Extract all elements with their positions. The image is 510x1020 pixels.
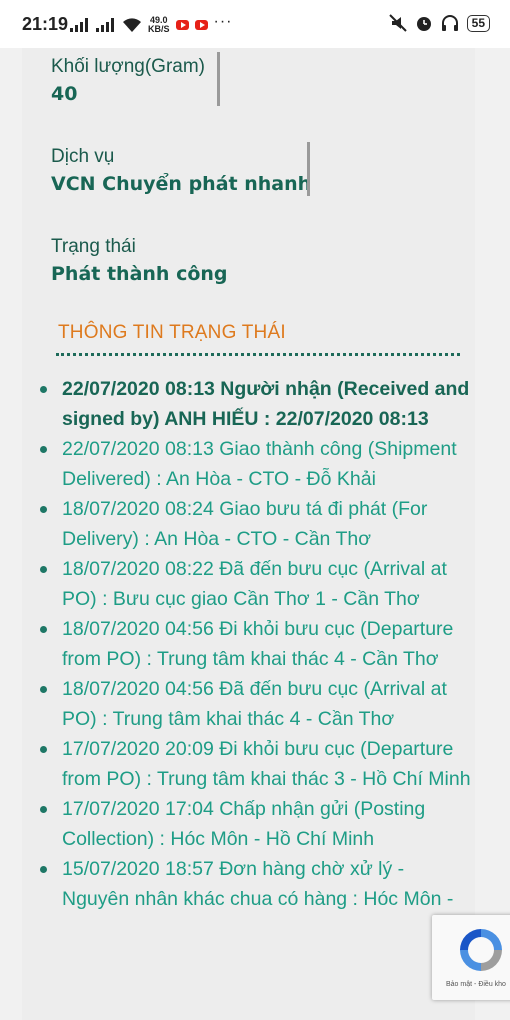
event-item: 15/07/2020 18:57 Đơn hàng chờ xử lý - Ng… <box>40 854 472 914</box>
youtube-icon-2 <box>194 20 208 30</box>
event-item: 18/07/2020 04:56 Đã đến bưu cục (Arrival… <box>40 674 472 734</box>
field-divider <box>217 52 220 106</box>
status-left-icons: 49.0 KB/S ··· <box>70 13 233 34</box>
more-notifications-icon: ··· <box>213 13 233 30</box>
service-value: VCN Chuyển phát nhanh <box>51 173 312 195</box>
event-item: 17/07/2020 17:04 Chấp nhận gửi (Posting … <box>40 794 472 854</box>
recaptcha-badge[interactable]: Bảo mật - Điều kho <box>432 915 510 1000</box>
clock: 21:19 <box>22 14 69 34</box>
status-field: Trạng thái Phát thành công <box>51 236 228 285</box>
service-label: Dịch vụ <box>51 146 115 167</box>
recaptcha-icon <box>460 929 502 971</box>
event-item: 18/07/2020 08:22 Đã đến bưu cục (Arrival… <box>40 554 472 614</box>
privacy-link[interactable]: Bảo mật <box>446 981 472 988</box>
event-item: 17/07/2020 20:09 Đi khỏi bưu cục (Depart… <box>40 734 472 794</box>
signal-icon-2 <box>96 18 114 32</box>
status-event-list: 22/07/2020 08:13 Người nhận (Received an… <box>40 374 472 914</box>
network-speed: 49.0 KB/S <box>148 15 170 34</box>
weight-label: Khối lượng(Gram) <box>51 56 205 77</box>
status-label: Trạng thái <box>51 236 136 257</box>
service-field: Dịch vụ VCN Chuyển phát nhanh <box>51 146 311 195</box>
signal-icon <box>70 18 88 32</box>
section-title: THÔNG TIN TRẠNG THÁI <box>58 322 286 343</box>
youtube-icon <box>175 20 189 30</box>
event-item: 22/07/2020 08:13 Giao thành công (Shipme… <box>40 434 472 494</box>
battery-indicator: 55 <box>466 14 490 32</box>
weight-field: Khối lượng(Gram) 40 <box>51 56 205 105</box>
terms-link[interactable]: Điều kho <box>478 981 506 988</box>
status-bar: 21:19 49.0 KB/S ··· 55 <box>0 0 510 48</box>
status-value: Phát thành công <box>51 263 228 285</box>
status-right-icons: 55 <box>388 14 490 32</box>
mute-icon <box>388 14 407 32</box>
field-divider <box>307 142 310 196</box>
event-item: 22/07/2020 08:13 Người nhận (Received an… <box>40 374 472 434</box>
alarm-icon <box>416 17 431 31</box>
wifi-icon <box>123 17 141 32</box>
tracking-details: Khối lượng(Gram) 40 Dịch vụ VCN Chuyển p… <box>22 48 475 1020</box>
weight-value: 40 <box>51 83 78 105</box>
recaptcha-links: Bảo mật - Điều kho <box>446 981 506 988</box>
section-divider <box>56 353 460 356</box>
event-item: 18/07/2020 08:24 Giao bưu tá đi phát (Fo… <box>40 494 472 554</box>
headphones-icon <box>441 15 458 31</box>
event-item: 18/07/2020 04:56 Đi khỏi bưu cục (Depart… <box>40 614 472 674</box>
